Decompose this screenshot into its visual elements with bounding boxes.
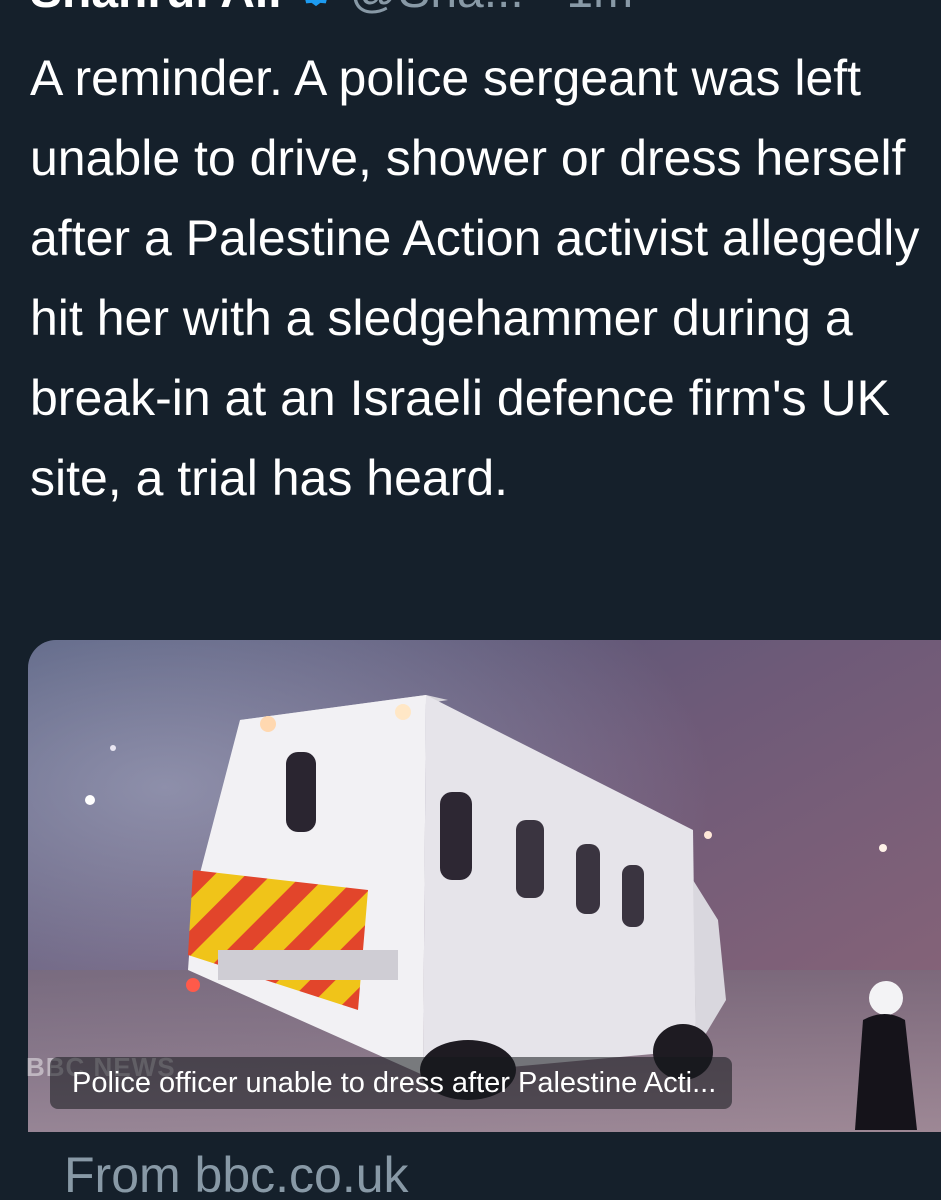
tweet-header: Shahrul Ali @Sha... · 1m	[30, 0, 633, 19]
card-title[interactable]: Police officer unable to dress after Pal…	[50, 1057, 733, 1109]
verified-badge-icon	[304, 0, 327, 7]
tweet-text: A reminder. A police sergeant was left u…	[30, 50, 920, 506]
card-source[interactable]: From bbc.co.uk	[64, 1146, 409, 1200]
author-name[interactable]: Shahrul Ali	[30, 0, 282, 19]
author-handle[interactable]: @Sha... · 1m	[350, 0, 633, 19]
